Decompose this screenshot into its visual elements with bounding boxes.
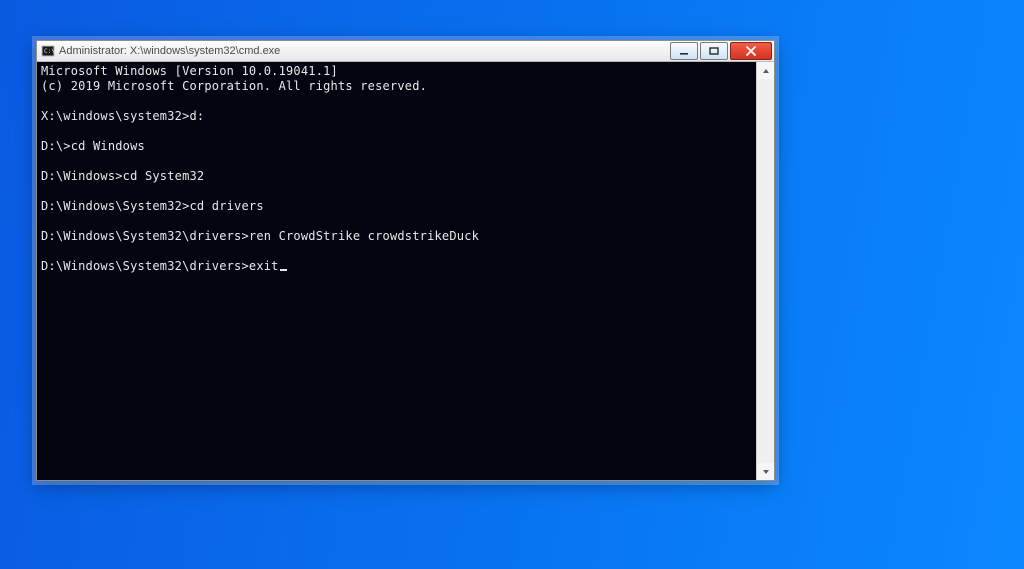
window-title: Administrator: X:\windows\system32\cmd.e… [59,45,670,57]
terminal-line [41,124,752,139]
terminal-line: D:\Windows\System32>cd drivers [41,199,752,214]
terminal-line [41,154,752,169]
terminal-line [41,184,752,199]
terminal-line [41,244,752,259]
cmd-window: C:\ Administrator: X:\windows\system32\c… [36,40,775,481]
desktop-background: C:\ Administrator: X:\windows\system32\c… [0,0,1024,569]
terminal-line: X:\windows\system32>d: [41,109,752,124]
terminal-line: (c) 2019 Microsoft Corporation. All righ… [41,79,752,94]
terminal-line: D:\Windows>cd System32 [41,169,752,184]
scroll-down-button[interactable] [757,463,774,480]
close-button[interactable] [730,42,772,60]
titlebar[interactable]: C:\ Administrator: X:\windows\system32\c… [37,41,774,62]
terminal-line [41,214,752,229]
terminal-output[interactable]: Microsoft Windows [Version 10.0.19041.1]… [37,62,756,480]
maximize-button[interactable] [700,42,728,60]
text-cursor [280,269,287,271]
terminal-line: D:\Windows\System32\drivers>exit [41,259,752,274]
terminal-line: Microsoft Windows [Version 10.0.19041.1] [41,64,752,79]
window-client-area: Microsoft Windows [Version 10.0.19041.1]… [37,62,774,480]
terminal-line: D:\>cd Windows [41,139,752,154]
scroll-track[interactable] [757,79,774,463]
svg-text:C:\: C:\ [44,48,55,55]
terminal-line: D:\Windows\System32\drivers>ren CrowdStr… [41,229,752,244]
terminal-line [41,94,752,109]
window-controls [670,42,774,60]
scroll-up-button[interactable] [757,62,774,79]
minimize-button[interactable] [670,42,698,60]
vertical-scrollbar[interactable] [756,62,774,480]
cmd-icon: C:\ [41,44,55,58]
